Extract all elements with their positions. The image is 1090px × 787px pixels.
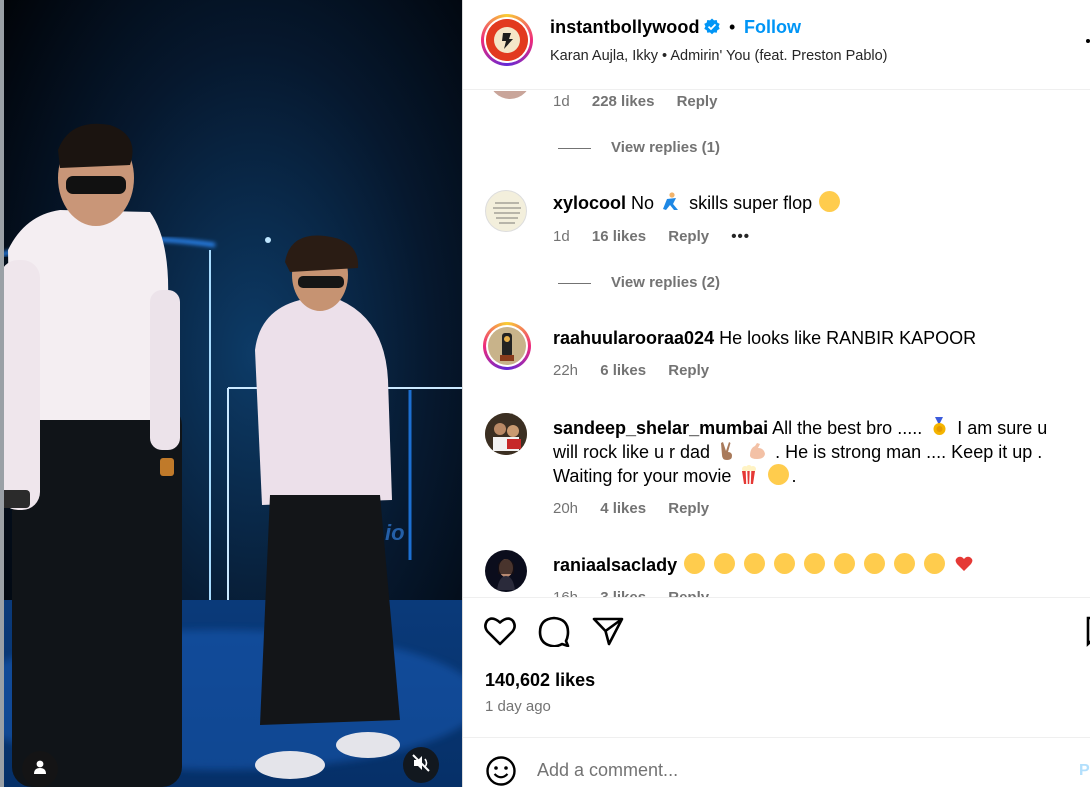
- heart-eyes-emoji-icon: [894, 553, 916, 574]
- heart-eyes-emoji-icon: [684, 553, 706, 574]
- red-heart-emoji-icon: [954, 554, 975, 575]
- comment-username[interactable]: raniaalsaclady: [553, 555, 677, 575]
- emoji-icon[interactable]: [485, 755, 517, 787]
- comment-username[interactable]: sandeep_shelar_mumbai: [553, 418, 768, 438]
- user-tag-icon: [32, 759, 48, 780]
- comment-text: xylocool No skills super flop: [553, 191, 1063, 215]
- comment-icon[interactable]: [537, 615, 571, 652]
- comment-likes[interactable]: 4 likes: [600, 500, 646, 517]
- comment-body: He looks like RANBIR KAPOOR: [719, 328, 977, 348]
- bookmark-icon[interactable]: [1085, 615, 1090, 652]
- comment-body-4: .: [791, 466, 797, 486]
- dance-emoji-icon: [661, 191, 682, 212]
- comment-composer: Post: [463, 737, 1090, 787]
- comment-time: 20h: [553, 500, 579, 517]
- comment-likes[interactable]: 6 likes: [600, 362, 646, 379]
- heart-eyes-emoji-row: [682, 553, 977, 575]
- reply-button[interactable]: Reply: [668, 362, 709, 379]
- reply-button[interactable]: Reply: [677, 93, 718, 110]
- smiling-face-emoji-icon: [768, 464, 790, 485]
- svg-text:io: io: [385, 520, 405, 545]
- comment-time: 22h: [553, 362, 579, 379]
- follow-button[interactable]: Follow: [744, 17, 801, 38]
- user-tag-button[interactable]: [22, 751, 58, 787]
- post-header: instantbollywood • Follow Karan Aujla, I…: [463, 0, 1090, 90]
- comment-time: 16h: [553, 589, 578, 597]
- comment-username[interactable]: xylocool: [553, 193, 626, 213]
- view-replies-label: View replies (2): [611, 274, 720, 291]
- post-panel: instantbollywood • Follow Karan Aujla, I…: [462, 0, 1090, 787]
- comment-body-rest: skills super flop: [689, 193, 813, 213]
- comment-body: No: [631, 193, 655, 213]
- comment-likes[interactable]: 228 likes: [592, 93, 655, 110]
- comments-list[interactable]: 1d 228 likes Reply View replies (1) xylo…: [463, 91, 1090, 597]
- header-separator: •: [729, 17, 736, 37]
- comment-meta: 20h 4 likes Reply: [553, 500, 727, 517]
- author-avatar[interactable]: [481, 14, 533, 66]
- comment-text: sandeep_shelar_mumbai All the best bro .…: [553, 416, 1063, 488]
- comment-meta: 22h 6 likes Reply: [553, 362, 727, 379]
- view-replies-button[interactable]: View replies (1): [558, 139, 720, 156]
- author-username[interactable]: instantbollywood: [550, 17, 700, 38]
- audio-attribution[interactable]: Karan Aujla, Ikky • Admirin' You (feat. …: [550, 48, 888, 64]
- avatar[interactable]: [485, 550, 527, 592]
- mute-toggle-button[interactable]: [403, 747, 439, 783]
- heart-eyes-emoji-icon: [774, 553, 796, 574]
- comment-input[interactable]: [537, 756, 1057, 784]
- avatar[interactable]: [485, 190, 527, 232]
- comment-time: 1d: [553, 93, 570, 110]
- view-replies-label: View replies (1): [611, 139, 720, 156]
- medal-emoji-icon: [929, 416, 950, 437]
- comment-time: 1d: [553, 228, 570, 245]
- comment-likes[interactable]: 3 likes: [600, 589, 646, 597]
- avatar[interactable]: [489, 91, 531, 99]
- more-options-icon[interactable]: [1085, 32, 1090, 50]
- heart-eyes-emoji-icon: [714, 553, 736, 574]
- popcorn-emoji-icon: [738, 464, 759, 485]
- likes-count[interactable]: 140,602 likes: [485, 670, 595, 691]
- comment-username[interactable]: raahuularooraa024: [553, 328, 714, 348]
- scroll-edge: [0, 0, 4, 787]
- post-actions: 140,602 likes 1 day ago: [463, 597, 1090, 737]
- heart-eyes-emoji-icon: [924, 553, 946, 574]
- video-frame: io: [0, 0, 462, 787]
- victory-hand-emoji-icon: [717, 440, 738, 461]
- view-replies-button[interactable]: View replies (2): [558, 274, 720, 291]
- heart-icon[interactable]: [483, 615, 517, 652]
- muted-speaker-icon: [411, 753, 431, 778]
- more-options-icon[interactable]: •••: [731, 228, 750, 245]
- heart-eyes-emoji-icon: [804, 553, 826, 574]
- heart-eyes-emoji-icon: [834, 553, 856, 574]
- heart-eyes-emoji-icon: [744, 553, 766, 574]
- flushed-face-emoji-icon: [819, 191, 841, 212]
- comment-meta: 1d 228 likes Reply: [553, 93, 735, 110]
- flexed-biceps-emoji-icon: [747, 440, 768, 461]
- comment-text: raniaalsaclady: [553, 553, 1063, 577]
- comment-meta: 16h 3 likes Reply: [553, 589, 727, 597]
- verified-badge-icon: [703, 18, 721, 41]
- comment-text: raahuularooraa024 He looks like RANBIR K…: [553, 326, 1063, 350]
- reply-button[interactable]: Reply: [668, 228, 709, 245]
- share-icon[interactable]: [591, 615, 625, 652]
- comment-meta: 1d 16 likes Reply •••: [553, 228, 768, 245]
- avatar[interactable]: [483, 322, 531, 370]
- reel-video[interactable]: io: [0, 0, 462, 787]
- comment-body: All the best bro .....: [772, 418, 923, 438]
- reply-button[interactable]: Reply: [668, 589, 709, 597]
- heart-eyes-emoji-icon: [864, 553, 886, 574]
- post-comment-button[interactable]: Post: [1079, 762, 1090, 780]
- post-timestamp: 1 day ago: [485, 698, 551, 715]
- avatar[interactable]: [485, 413, 527, 455]
- reply-button[interactable]: Reply: [668, 500, 709, 517]
- comment-likes[interactable]: 16 likes: [592, 228, 646, 245]
